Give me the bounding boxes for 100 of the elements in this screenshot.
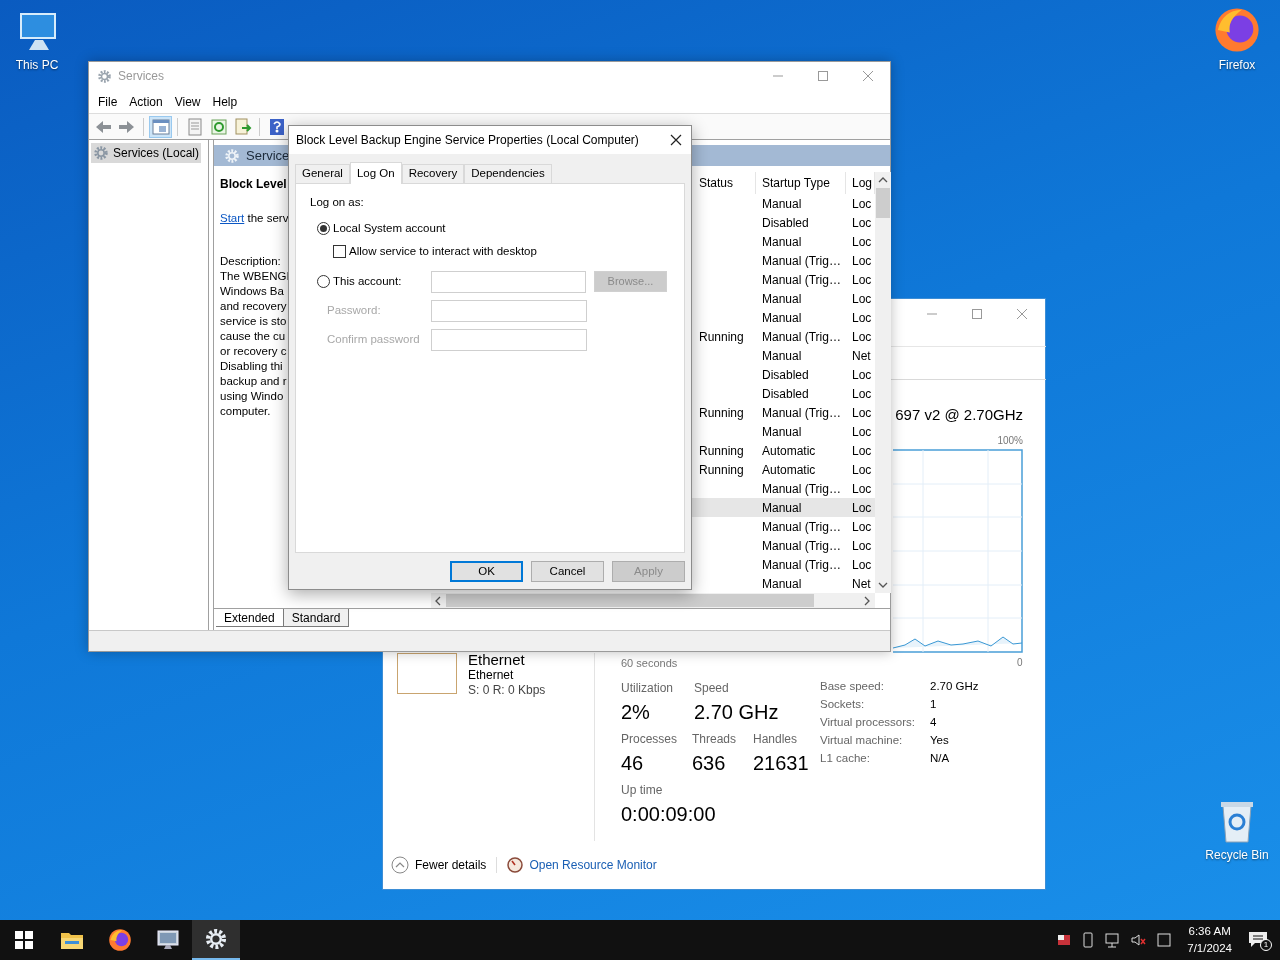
scrollbar-thumb[interactable]	[446, 594, 814, 607]
table-cell: Running	[699, 329, 744, 344]
stat-label: Threads	[692, 731, 737, 748]
menu-item[interactable]: File	[92, 92, 124, 111]
table-cell: Loc	[852, 253, 872, 268]
detail-value: N/A	[930, 751, 951, 766]
table-cell: Disabled	[762, 386, 809, 401]
table-cell: Loc	[852, 538, 872, 553]
table-cell: Loc	[852, 386, 872, 401]
network-icon[interactable]	[1105, 932, 1122, 948]
stat-label: Utilization	[621, 680, 674, 697]
account-field[interactable]	[431, 270, 586, 293]
vertical-scrollbar[interactable]	[875, 172, 891, 593]
keyboard-icon[interactable]	[1157, 932, 1172, 948]
toolbar-button[interactable]	[149, 115, 172, 138]
folder-icon	[60, 930, 84, 950]
desktop-icon-label[interactable]: Firefox	[1218, 58, 1256, 72]
windows-logo-icon	[15, 931, 33, 949]
stat-label: Handles	[753, 731, 798, 748]
table-cell: Manual	[762, 500, 802, 515]
dialog-tab[interactable]: Recovery	[401, 164, 465, 183]
network-thumbnail[interactable]	[397, 653, 457, 694]
dialog-tab[interactable]: Dependencies	[464, 164, 552, 183]
table-cell: Manual	[762, 291, 802, 306]
table-cell: Loc	[852, 310, 872, 325]
close-icon[interactable]	[670, 134, 682, 146]
scrollbar-thumb[interactable]	[876, 188, 890, 218]
clock[interactable]: 6:36 AM 7/1/2024	[1181, 923, 1238, 957]
table-cell: Manual (Trig…	[762, 405, 841, 420]
table-cell: Loc	[852, 557, 872, 572]
column-header[interactable]: Status	[693, 172, 756, 194]
column-header[interactable]: Startup Type	[756, 172, 846, 194]
tree-item[interactable]: Services (Local)	[91, 143, 202, 163]
table-cell: Manual (Trig…	[762, 253, 841, 268]
table-cell: Loc	[852, 196, 872, 211]
desktop-icon-label[interactable]: This PC	[15, 58, 59, 72]
window-pane-icon	[150, 116, 171, 137]
table-cell: Loc	[852, 443, 872, 458]
detail-value: Yes	[930, 733, 950, 748]
password-field[interactable]	[431, 328, 587, 351]
resource-monitor-link[interactable]: Open Resource Monitor	[529, 856, 657, 874]
refresh-icon	[208, 116, 229, 137]
description-text: cause the cu	[220, 329, 286, 344]
table-cell: Loc	[852, 272, 872, 287]
notification-badge: 1	[1260, 939, 1272, 951]
firefox-icon[interactable]	[1213, 6, 1261, 54]
maximize-icon[interactable]	[817, 70, 829, 82]
stat-value: 2%	[621, 700, 650, 725]
menu-item[interactable]: View	[168, 92, 207, 111]
fewer-details-button[interactable]: Fewer details	[391, 856, 487, 874]
cpu-model-text: 697 v2 @ 2.70GHz	[895, 405, 1023, 425]
menu-item[interactable]: Help	[206, 92, 244, 111]
table-cell: Loc	[852, 424, 872, 439]
stat-label: Speed	[694, 680, 729, 697]
description-text: Windows Ba	[220, 284, 284, 299]
flag-icon[interactable]	[1057, 933, 1072, 947]
table-cell: Disabled	[762, 215, 809, 230]
checkbox-label[interactable]: Allow service to interact with desktop	[349, 243, 537, 261]
field-label: Confirm password	[326, 331, 421, 347]
axis-label: 100%	[997, 434, 1023, 448]
network-title[interactable]: Ethernet	[468, 653, 525, 667]
service-name: Block Level	[220, 176, 287, 192]
description-text: computer.	[220, 404, 271, 419]
detail-value: 4	[930, 715, 938, 730]
table-cell: Running	[699, 405, 744, 420]
view-tab[interactable]: Extended	[216, 609, 284, 627]
gear-icon	[93, 145, 109, 161]
dialog-tab[interactable]: General	[295, 164, 350, 183]
dialog-button[interactable]: OK	[450, 561, 523, 582]
axis-label: 60 seconds	[621, 656, 678, 671]
desktop-icon-label[interactable]: Recycle Bin	[1205, 848, 1269, 862]
radio-button[interactable]	[317, 275, 330, 288]
checkbox[interactable]	[333, 245, 346, 259]
stat-label: Up time	[621, 782, 663, 799]
view-tab[interactable]: Standard	[283, 609, 350, 627]
network-name: Ethernet	[468, 667, 514, 684]
dialog-tab[interactable]: Log On	[349, 162, 402, 184]
network-rate: S: 0 R: 0 Kbps	[468, 682, 546, 699]
table-cell: Manual	[762, 196, 802, 211]
taskbar-app[interactable]	[192, 920, 240, 960]
password-field[interactable]	[431, 299, 587, 322]
table-cell: Loc	[852, 519, 872, 534]
speaker-muted-icon[interactable]	[1131, 932, 1148, 948]
detail-label: Virtual machine:	[820, 733, 904, 748]
radio-label[interactable]: Local System account	[333, 220, 446, 238]
table-cell: Manual (Trig…	[762, 481, 841, 496]
radio-button[interactable]	[317, 222, 330, 236]
usb-drive-icon[interactable]	[1081, 932, 1096, 948]
stat-value: 46	[621, 751, 644, 776]
description-text: using Windo	[220, 389, 284, 404]
radio-label[interactable]: This account:	[333, 272, 402, 291]
menu-item[interactable]: Action	[123, 92, 169, 111]
description-text: service is sto	[220, 314, 287, 329]
maximize-icon[interactable]	[971, 308, 983, 320]
start-link[interactable]: Start	[220, 212, 245, 224]
horizontal-scrollbar[interactable]	[431, 593, 875, 608]
description-text: Disabling thi	[220, 359, 283, 374]
dialog-button[interactable]: Cancel	[531, 561, 604, 582]
table-cell: Loc	[852, 367, 872, 382]
table-cell: Loc	[852, 481, 872, 496]
